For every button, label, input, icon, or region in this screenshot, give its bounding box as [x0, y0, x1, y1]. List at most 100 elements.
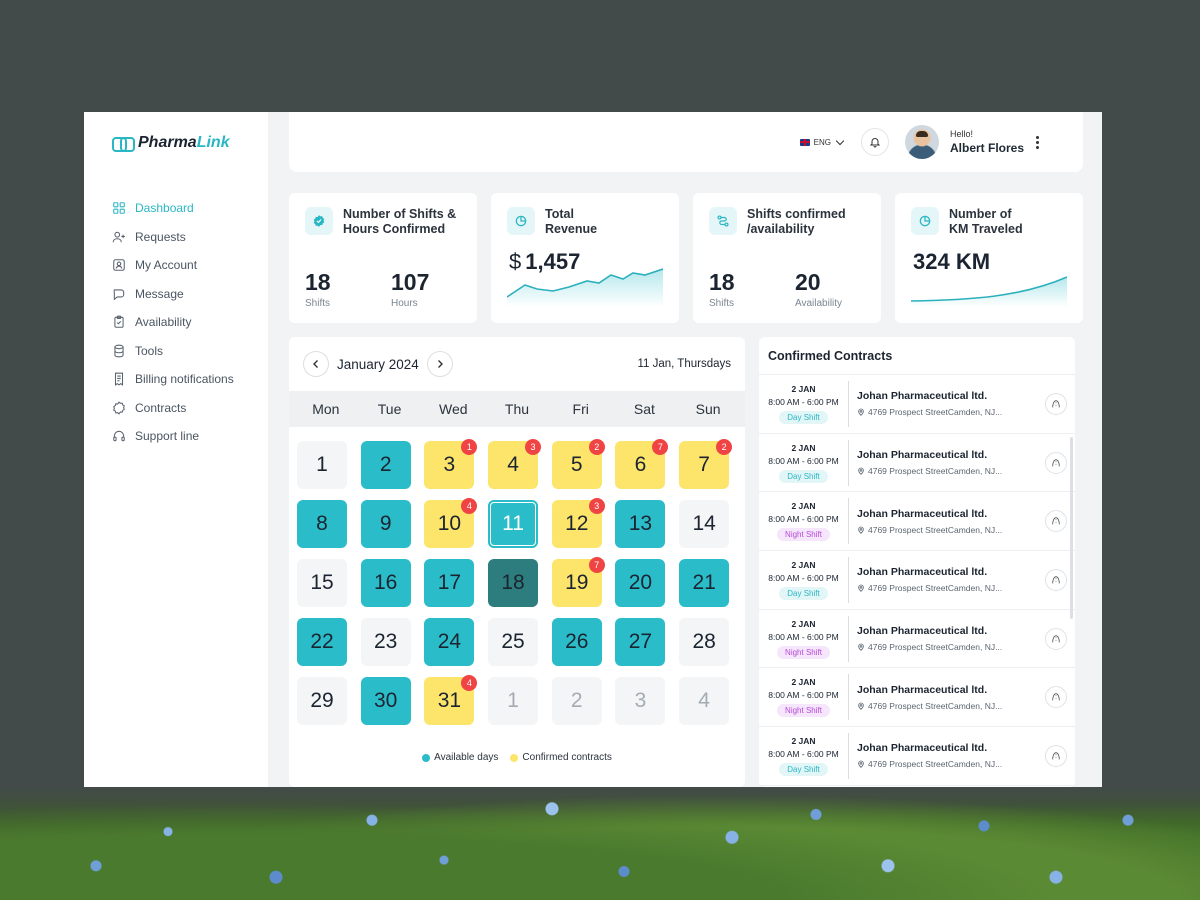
calendar-day[interactable]: 30 — [360, 677, 411, 725]
calendar-day[interactable]: 52 — [551, 439, 605, 489]
day-number: 19 — [565, 571, 589, 594]
notifications-button[interactable] — [860, 128, 889, 156]
day-number: 14 — [692, 512, 716, 535]
language-label: ENG — [813, 137, 831, 147]
day-number: 22 — [310, 630, 334, 653]
weekday-label: Sun — [695, 401, 721, 417]
calendar-day[interactable]: 24 — [424, 618, 475, 666]
day-number: 26 — [565, 630, 589, 653]
contract-row[interactable]: 2 JAN 8:00 AM - 6:00 PM Day Shift Johan Pha… — [759, 434, 1075, 493]
calendar-day[interactable]: 27 — [615, 618, 666, 666]
calendar-day[interactable]: 13 — [615, 500, 666, 548]
contract-row[interactable]: 2 JAN 8:00 AM - 6:00 PM Night Shift Johan P… — [759, 668, 1075, 728]
calendar-day[interactable]: 26 — [551, 618, 602, 666]
stat-card-km[interactable]: Number of KM Traveled 324 KM — [895, 193, 1083, 323]
location-pin-icon — [858, 643, 864, 652]
more-options-button[interactable] — [1036, 135, 1039, 149]
language-selector[interactable]: ENG — [799, 136, 845, 147]
calendar-day[interactable]: 14 — [679, 500, 730, 548]
calendar-day[interactable]: 22 — [297, 618, 347, 666]
contracts-scrollbar[interactable] — [1070, 437, 1073, 619]
contract-action-button[interactable] — [1045, 510, 1067, 533]
calendar-day[interactable]: 23 — [360, 618, 411, 666]
day-number: 4 — [507, 453, 519, 476]
brand-logo[interactable]: PharmaLink — [112, 134, 268, 152]
contract-action-button[interactable] — [1045, 744, 1067, 767]
road-icon — [1052, 576, 1060, 584]
calendar-day[interactable]: 16 — [360, 559, 411, 607]
contract-row[interactable]: 2 JAN 8:00 AM - 6:00 PM Night Shift Johan P… — [759, 610, 1075, 669]
stat-card-shifts-hours[interactable]: Number of Shifts & Hours Confirmed 18 Shif… — [289, 193, 477, 323]
calendar-day[interactable]: 12 3 — [551, 498, 605, 548]
calendar-day[interactable]: 21 — [679, 559, 730, 607]
stats-row: Number of Shifts & Hours Confirmed 18 Shif… — [289, 193, 1083, 323]
contract-address-text: 4769 Prospect StreetCamden, NJ... — [868, 466, 1003, 477]
contract-row[interactable]: 2 JAN 8:00 AM - 6:00 PM Day Shift Johan Pha… — [759, 727, 1075, 786]
sidebar-item-billing-notifications[interactable]: Billing notifications — [112, 365, 268, 394]
sidebar-item-my-account[interactable]: My Account — [112, 251, 268, 280]
day-number: 10 — [437, 512, 462, 535]
avatar[interactable] — [904, 125, 939, 159]
sidebar-item-label: Requests — [135, 229, 186, 244]
day-number: 6 — [634, 453, 647, 476]
sidebar: PharmaLink Dashboard Requests My Account Me… — [84, 112, 268, 787]
stat-card-revenue[interactable]: Total Revenue $1,457 — [491, 193, 679, 323]
contract-row[interactable]: 2 JAN 8:00 AM - 6:00 PM Day Shift Johan Pha… — [759, 551, 1075, 610]
contract-action-button[interactable] — [1045, 686, 1067, 709]
sidebar-item-label: Availability — [135, 315, 192, 330]
calendar-day[interactable]: 11 — [488, 500, 539, 548]
calendar-day[interactable]: 17 — [424, 559, 475, 607]
calendar-day[interactable]: 1 — [297, 441, 347, 489]
calendar-day[interactable]: 2 — [360, 441, 411, 489]
contract-row[interactable]: 2 JAN 8:00 AM - 6:00 PM Day Shift Johan Pha… — [759, 375, 1075, 434]
sidebar-item-contracts[interactable]: Contracts — [112, 394, 268, 423]
shift-badge: Night Shift — [777, 645, 830, 659]
stat-label: Hours — [391, 298, 418, 309]
sidebar-item-tools[interactable]: Tools — [112, 337, 268, 366]
prev-month-button[interactable] — [303, 351, 329, 377]
calendar-day[interactable]: 29 — [297, 677, 347, 725]
calendar-day[interactable]: 9 — [360, 500, 411, 548]
contract-schedule: 2 JAN 8:00 AM - 6:00 PM Night Shift — [759, 615, 849, 662]
calendar-day[interactable]: 72 — [679, 439, 733, 489]
sidebar-item-support-line[interactable]: Support line — [112, 422, 268, 451]
contract-action-button[interactable] — [1045, 568, 1067, 591]
calendar-day[interactable]: 8 — [297, 500, 347, 548]
contract-row[interactable]: 2 JAN 8:00 AM - 6:00 PM Night Shift Johan P… — [759, 492, 1075, 552]
contract-details: Johan Pharmaceutical ltd. 4769 Prospect S… — [849, 684, 1045, 711]
sidebar-item-requests[interactable]: Requests — [112, 223, 268, 252]
calendar-day[interactable]: 43 — [488, 439, 542, 489]
contract-action-button[interactable] — [1045, 627, 1067, 650]
calendar-day[interactable]: 19 7 — [551, 557, 605, 607]
contract-details: Johan Pharmaceutical ltd. 4769 Prospect S… — [849, 625, 1045, 652]
calendar-day[interactable]: 67 — [615, 439, 669, 489]
stat-card-shifts-availability[interactable]: Shifts confirmed/availability 18 Shifts 2… — [693, 193, 881, 323]
contract-schedule: 2 JAN 8:00 AM - 6:00 PM Day Shift — [759, 556, 849, 603]
calendar-day[interactable]: 31 — [424, 439, 478, 489]
calendar-day[interactable]: 10 4 — [424, 498, 478, 548]
stat-title-line: Shifts confirmed — [747, 207, 846, 221]
calendar-day[interactable]: 28 — [679, 618, 730, 666]
sidebar-item-dashboard[interactable]: Dashboard — [112, 194, 268, 223]
calendar-day[interactable]: 25 — [488, 618, 539, 666]
next-month-button[interactable] — [426, 351, 453, 377]
stat-title-line: Hours Confirmed — [343, 222, 446, 236]
calendar-day[interactable]: 15 — [297, 559, 347, 607]
sidebar-item-message[interactable]: Message — [112, 280, 268, 309]
contracts-title: Confirmed Contracts — [759, 337, 1075, 375]
calendar-day[interactable]: 18 — [488, 559, 539, 607]
uk-flag-icon — [799, 138, 810, 146]
day-number: 23 — [374, 630, 398, 653]
chevron-right-icon — [437, 360, 443, 368]
day-number: 8 — [316, 512, 328, 535]
day-number: 21 — [692, 571, 716, 594]
sidebar-item-availability[interactable]: Availability — [112, 308, 268, 337]
calendar-day[interactable]: 31 4 — [424, 675, 478, 725]
verified-icon — [305, 207, 333, 235]
contract-action-button[interactable] — [1045, 451, 1067, 474]
day-number: 29 — [310, 689, 334, 712]
calendar-day[interactable]: 20 — [615, 559, 666, 607]
contract-action-button[interactable] — [1045, 392, 1067, 415]
location-pin-icon — [858, 761, 864, 769]
contract-time: 8:00 AM - 6:00 PM — [768, 572, 839, 583]
